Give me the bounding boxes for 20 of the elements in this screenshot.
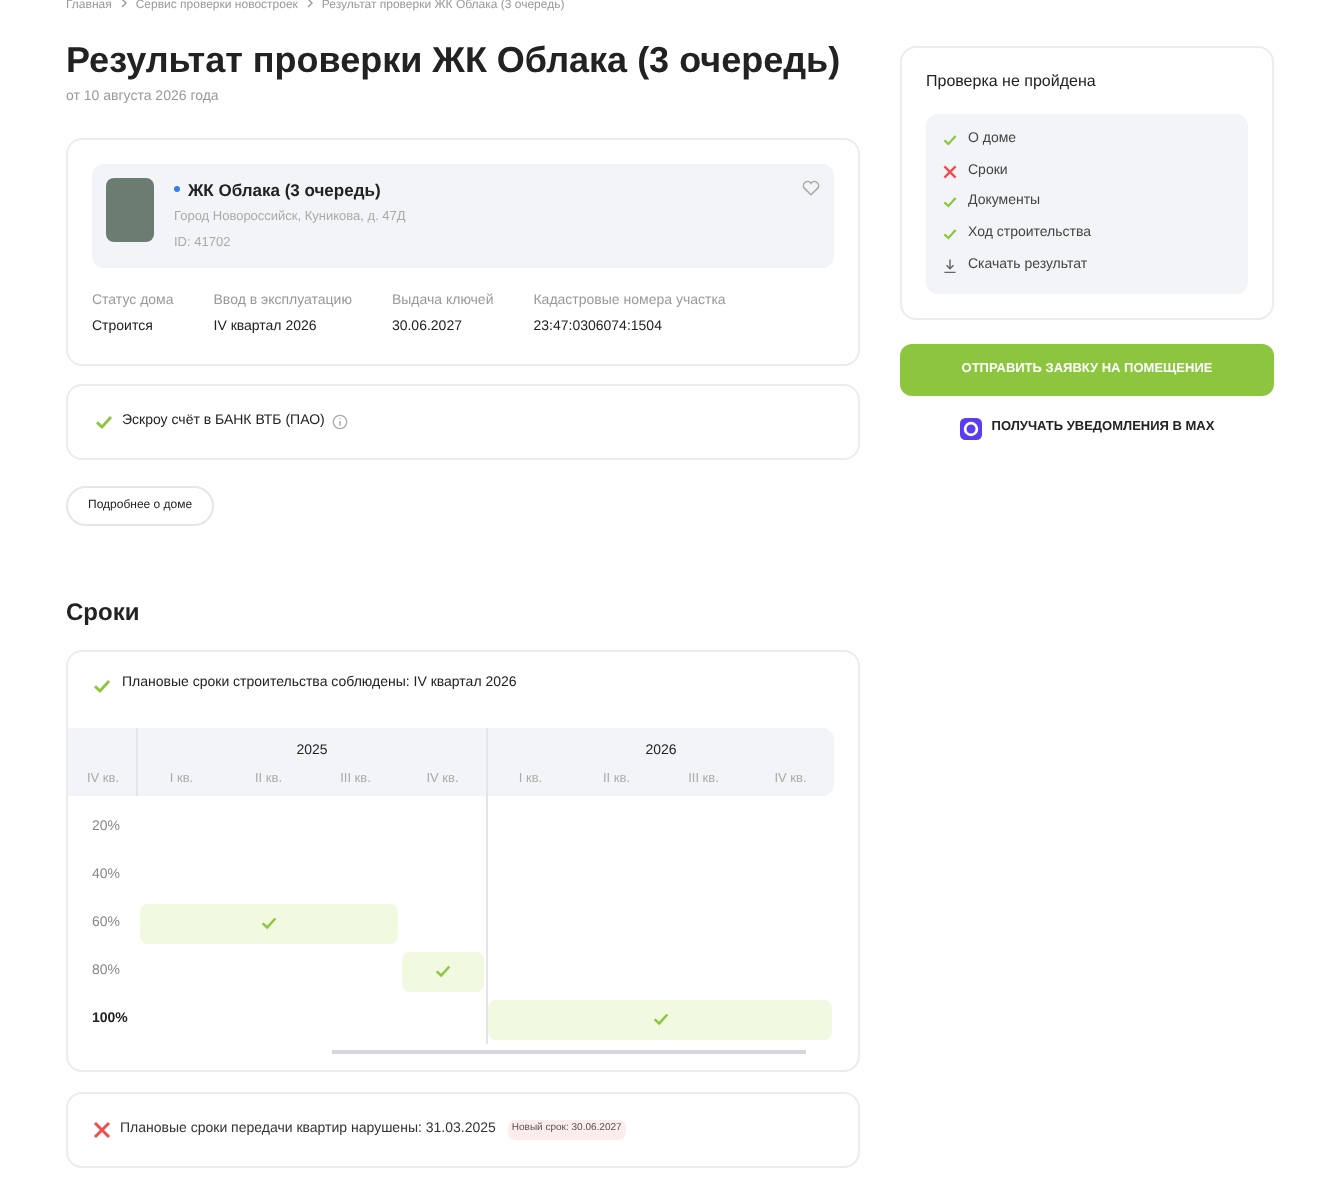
check-icon bbox=[92, 675, 112, 695]
chevron-right-icon bbox=[305, 0, 314, 8]
check-icon bbox=[651, 1010, 669, 1029]
messenger-logo-icon bbox=[959, 417, 982, 439]
chevron-right-icon bbox=[119, 0, 128, 8]
scrollbar[interactable] bbox=[332, 1049, 806, 1054]
check-icon bbox=[942, 132, 958, 149]
cross-icon bbox=[942, 163, 958, 180]
check-icon bbox=[259, 914, 278, 933]
cross-icon bbox=[92, 1120, 112, 1140]
check-icon bbox=[433, 962, 452, 981]
download-icon bbox=[942, 258, 958, 275]
info-icon[interactable] bbox=[332, 414, 349, 430]
result-title: Проверка не пройдена bbox=[926, 70, 1098, 94]
photo-placeholder bbox=[106, 177, 154, 241]
section-title: Сроки bbox=[66, 596, 142, 631]
complex-name: ЖК Облака (3 очередь) bbox=[188, 177, 381, 203]
page-title: Результат проверки ЖК Облака (3 очередь) bbox=[66, 38, 843, 84]
heart-icon[interactable] bbox=[802, 179, 820, 195]
check-icon bbox=[94, 412, 114, 432]
